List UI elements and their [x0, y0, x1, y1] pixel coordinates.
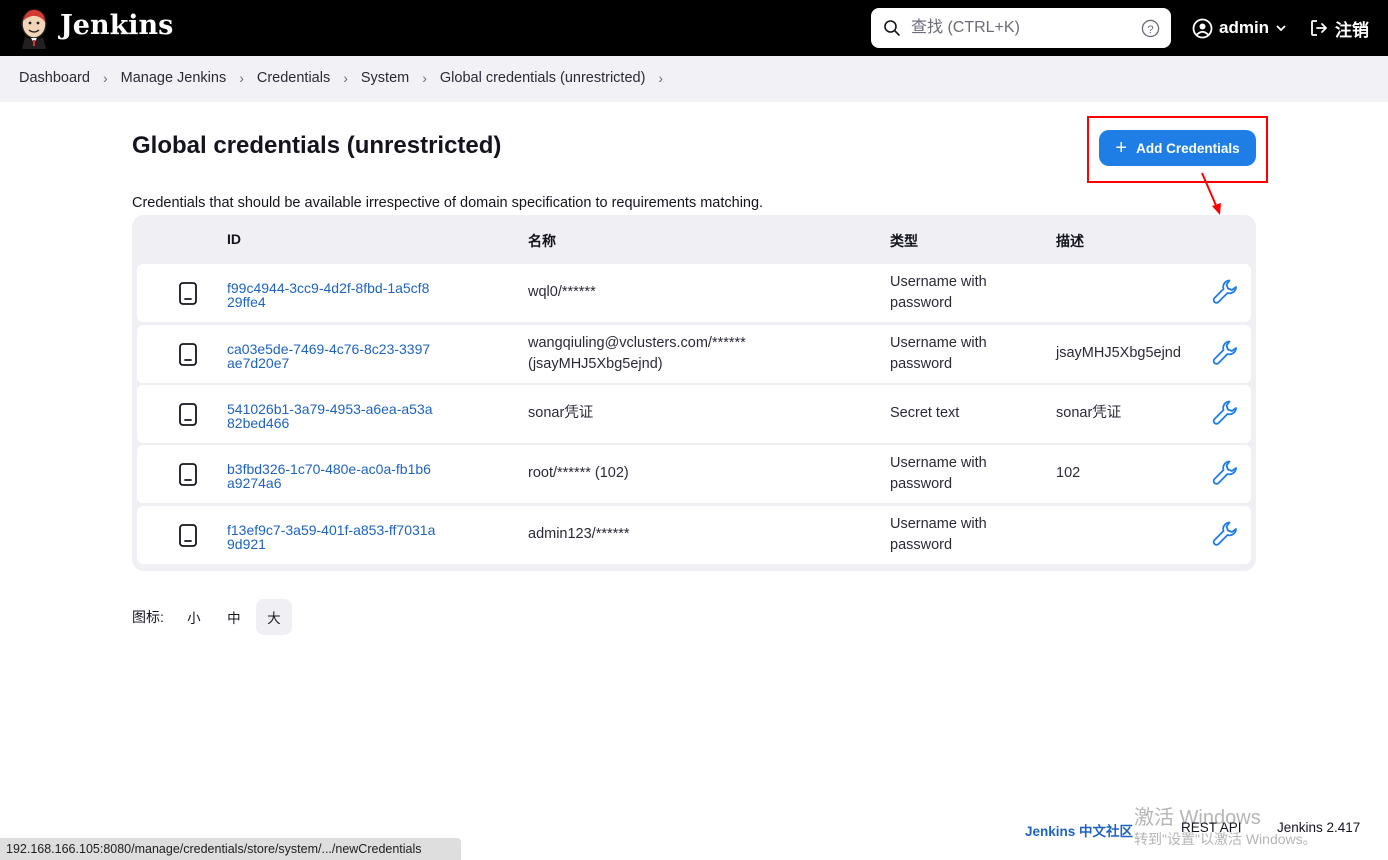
table-row: 541026b1-3a79-4953-a6ea-a53a82bed466 son…: [137, 385, 1251, 443]
credential-id-link[interactable]: f99c4944-3cc9-4d2f-8fbd-1a5cf829ffe4: [227, 281, 437, 309]
wrench-icon[interactable]: [1211, 338, 1241, 368]
table-row: f13ef9c7-3a59-401f-a853-ff7031a9d921 adm…: [137, 506, 1251, 564]
top-header: Jenkins ? admin 注销: [0, 0, 1388, 56]
wrench-icon[interactable]: [1211, 277, 1241, 307]
credential-name: root/****** (102): [528, 465, 629, 481]
credentials-table: ID 名称 类型 描述 f99c4944-3cc9-4d2f-8fbd-1a5c…: [132, 215, 1256, 571]
annotation-arrow-icon: [1201, 172, 1221, 215]
column-header-type[interactable]: 类型: [890, 231, 918, 251]
logout-link[interactable]: 注销: [1309, 16, 1369, 40]
page-description: Credentials that should be available irr…: [132, 195, 764, 211]
credential-type-icon: [179, 343, 197, 366]
page-title: Global credentials (unrestricted): [132, 132, 502, 159]
credential-name: wangqiuling@vclusters.com/****** (jsayMH…: [528, 335, 746, 372]
credential-id-link[interactable]: b3fbd326-1c70-480e-ac0a-fb1b6a9274a6: [227, 462, 437, 490]
credential-description: jsayMHJ5Xbg5ejnd: [1056, 345, 1181, 361]
credential-type-icon: [179, 463, 197, 486]
chevron-right-icon: ›: [422, 70, 427, 86]
column-header-id[interactable]: ID: [227, 231, 241, 247]
logout-label: 注销: [1335, 20, 1369, 40]
credential-name: sonar凭证: [528, 405, 594, 421]
credential-description: sonar凭证: [1056, 405, 1122, 421]
credential-type: Username with password: [890, 455, 987, 492]
annotation-highlight-box: [1087, 116, 1268, 183]
breadcrumb-item-system[interactable]: System: [361, 70, 409, 86]
credential-type-icon: [179, 403, 197, 426]
search-box[interactable]: ?: [871, 8, 1171, 48]
chevron-right-icon: ›: [239, 70, 244, 86]
user-name: admin: [1219, 18, 1270, 37]
user-icon: [1192, 18, 1213, 38]
logout-icon: [1311, 20, 1328, 36]
wrench-icon[interactable]: [1211, 519, 1241, 549]
footer-community-link[interactable]: Jenkins 中文社区: [1025, 820, 1133, 840]
icon-size-large[interactable]: 大: [255, 599, 292, 635]
credential-type: Username with password: [890, 274, 987, 311]
credential-type: Username with password: [890, 335, 987, 372]
credential-type: Secret text: [890, 405, 960, 421]
column-header-name[interactable]: 名称: [528, 231, 556, 251]
icon-size-small[interactable]: 小: [176, 599, 212, 635]
chevron-down-icon: [1276, 25, 1286, 32]
credential-id-link[interactable]: 541026b1-3a79-4953-a6ea-a53a82bed466: [227, 402, 437, 430]
breadcrumb: Dashboard › Manage Jenkins › Credentials…: [19, 70, 676, 86]
credential-id-link[interactable]: ca03e5de-7469-4c76-8c23-3397ae7d20e7: [227, 342, 437, 370]
icon-size-switcher: 图标: 小 中 大: [132, 599, 296, 635]
search-input[interactable]: [911, 17, 1133, 39]
wrench-icon[interactable]: [1211, 398, 1241, 428]
breadcrumb-item-dashboard[interactable]: Dashboard: [19, 70, 90, 86]
user-menu[interactable]: admin: [1192, 16, 1287, 40]
credential-id-link[interactable]: f13ef9c7-3a59-401f-a853-ff7031a9d921: [227, 523, 437, 551]
credential-description: 102: [1056, 465, 1081, 481]
icon-size-medium[interactable]: 中: [216, 599, 252, 635]
search-icon: [884, 20, 900, 36]
breadcrumb-bar: Dashboard › Manage Jenkins › Credentials…: [0, 56, 1388, 102]
chevron-right-icon[interactable]: ›: [658, 70, 663, 86]
help-icon[interactable]: ?: [1141, 19, 1160, 38]
chevron-right-icon: ›: [102, 70, 108, 86]
credential-type-icon: [179, 524, 197, 547]
chevron-right-icon: ›: [343, 70, 348, 86]
table-row: ca03e5de-7469-4c76-8c23-3397ae7d20e7 wan…: [137, 325, 1251, 383]
footer-rest-api-link[interactable]: REST API: [1181, 820, 1242, 835]
browser-status-url: 192.168.166.105:8080/manage/credentials/…: [0, 838, 461, 860]
breadcrumb-item-credentials[interactable]: Credentials: [257, 70, 330, 86]
svg-text:?: ?: [1147, 24, 1153, 36]
breadcrumb-item-global-credentials[interactable]: Global credentials (unrestricted): [440, 70, 646, 86]
column-header-description[interactable]: 描述: [1056, 231, 1084, 251]
icon-size-label: 图标:: [132, 609, 164, 625]
credential-name: wql0/******: [528, 284, 596, 300]
brand-name[interactable]: Jenkins: [60, 9, 173, 43]
wrench-icon[interactable]: [1211, 458, 1241, 488]
credential-type: Username with password: [890, 516, 987, 553]
table-row: b3fbd326-1c70-480e-ac0a-fb1b6a9274a6 roo…: [137, 445, 1251, 503]
breadcrumb-item-manage-jenkins[interactable]: Manage Jenkins: [121, 70, 227, 86]
credential-name: admin123/******: [528, 526, 630, 542]
footer-version-link[interactable]: Jenkins 2.417: [1277, 820, 1360, 835]
table-row: f99c4944-3cc9-4d2f-8fbd-1a5cf829ffe4 wql…: [137, 264, 1251, 322]
jenkins-logo-icon[interactable]: [18, 7, 50, 49]
credential-type-icon: [179, 282, 197, 305]
